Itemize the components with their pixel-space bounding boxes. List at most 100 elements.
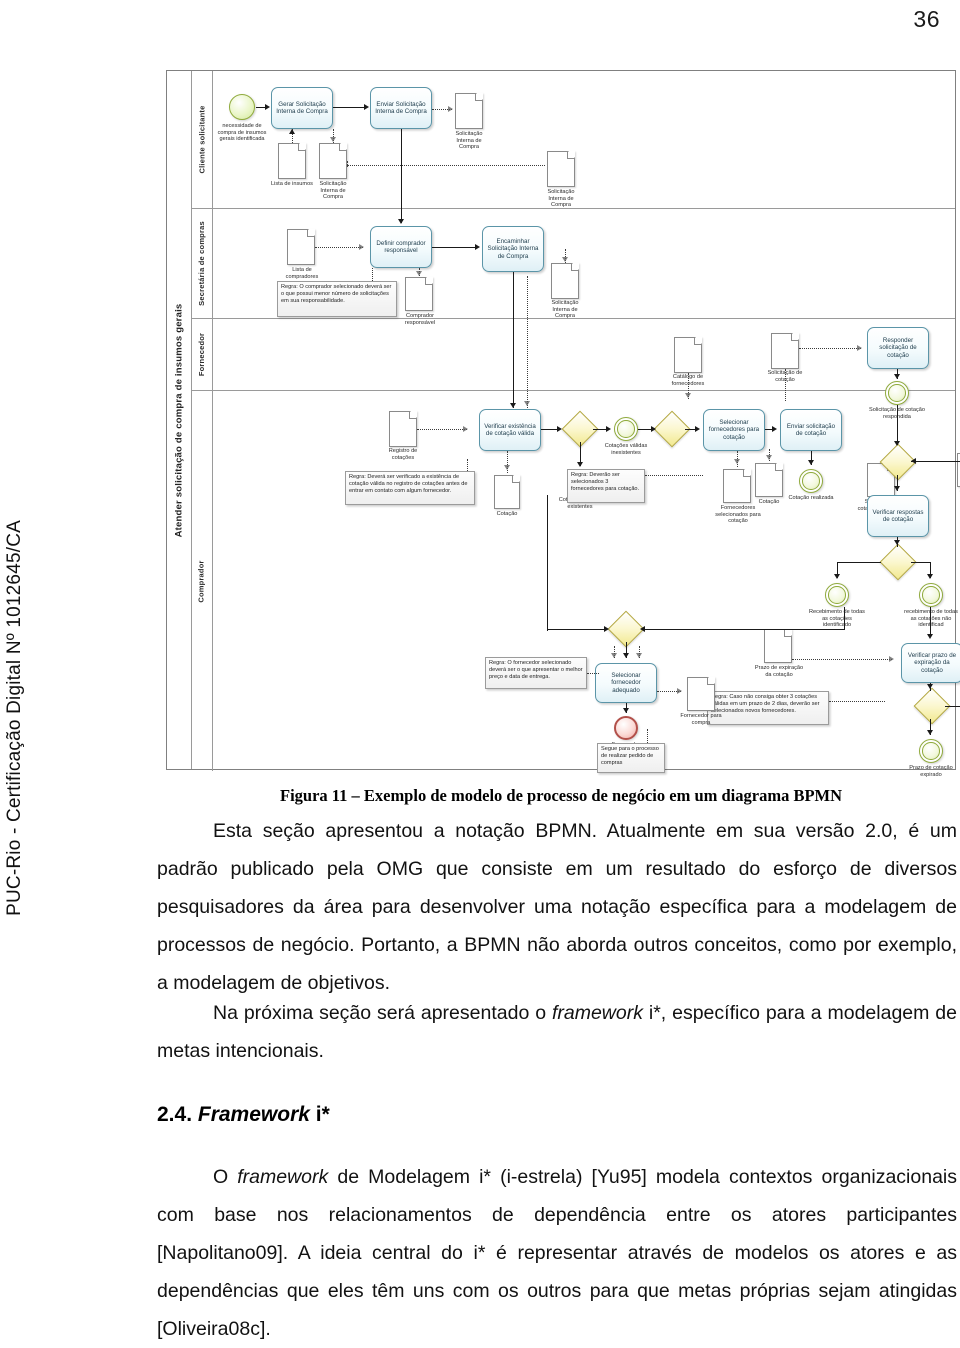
data-object-comprador-responsavel xyxy=(405,277,433,311)
data-object-fornecedores-selecionados xyxy=(723,469,751,503)
data-object-label: Solicitação Interna de Compra xyxy=(547,189,575,209)
flow-arrow xyxy=(927,574,933,579)
assoc-arrow xyxy=(330,137,336,142)
data-object-label: Fornecedor para compra xyxy=(680,713,722,726)
event-cotacoes-validas-inexistentes xyxy=(614,417,638,441)
data-object-label: Cotação xyxy=(947,489,960,496)
data-object-sic-2 xyxy=(455,93,483,129)
task-verificar-existencia-de-cotacao-valida: Verificar existência de cotação válida xyxy=(479,409,541,451)
annotation-regra-melhor-preco: Regra: O fornecedor selecionado deverá s… xyxy=(485,657,587,689)
flow-arrow xyxy=(927,634,933,639)
task-label: Definir comprador responsável xyxy=(376,239,426,254)
flow-to-verificar-prazo xyxy=(930,607,932,637)
association-regra-cotacao xyxy=(467,459,468,471)
data-object-label: Cotação xyxy=(496,511,518,517)
heading-post: i* xyxy=(309,1103,330,1126)
annotation-text: Regra: Deverá ser verificado a existênci… xyxy=(349,474,468,495)
flow-definir-to-encaminhar xyxy=(432,247,476,249)
association-prazo-doc xyxy=(792,659,892,660)
flow-gw-left-branch xyxy=(837,562,881,564)
task-selecionar-fornecedor-adequado: Selecionar fornecedor adequado xyxy=(595,663,657,703)
flow-gw-to-nao-expirado xyxy=(945,706,960,708)
flow-arrow xyxy=(510,403,516,408)
flow-arrow xyxy=(265,104,270,110)
lane-body-fornecedor xyxy=(213,319,955,391)
flow-into-final-gw-right xyxy=(645,629,845,631)
assoc-arrow xyxy=(734,459,740,464)
data-object-label: Fornecedores selecionados para cotação xyxy=(715,505,761,525)
association-lista-compradores xyxy=(315,247,363,248)
assoc-arrow xyxy=(636,653,642,658)
task-label: Gerar Solicitação Interna de Compra xyxy=(276,100,328,115)
flow-arrow xyxy=(927,730,933,735)
data-object-lista-de-compradores xyxy=(287,229,315,265)
event-start xyxy=(229,94,255,120)
association-sic3-riser xyxy=(347,161,348,167)
lane-label-comprador: Comprador xyxy=(191,391,213,771)
assoc-arrow xyxy=(416,271,422,276)
task-label: Selecionar fornecedor adequado xyxy=(611,672,641,694)
flow-arrow xyxy=(911,458,916,464)
data-object-registro-de-cotacoes xyxy=(389,411,417,447)
flow-arrow xyxy=(640,626,645,632)
flow-arrow xyxy=(604,626,609,632)
pool-title: Atender solicitação de compra de insumos… xyxy=(167,71,192,769)
event-recebimento-nao-identificado xyxy=(919,583,943,607)
page-number: 36 xyxy=(913,6,940,32)
data-object-cotacao-2 xyxy=(755,463,783,497)
task-label: Responder solicitação de cotação xyxy=(879,337,917,359)
event-label: Cotações válidas inexistentes xyxy=(604,443,648,456)
data-object-label: Lista de insumos xyxy=(271,181,313,187)
flow-arrow xyxy=(695,426,700,432)
association-regra-3-forn xyxy=(645,475,703,476)
task-label: Selecionar fornecedores para cotação xyxy=(708,419,760,441)
assoc-arrow xyxy=(289,129,295,134)
task-verificar-prazo-de-expiracao-da-cotacao: Verificar prazo de expiração da cotação xyxy=(901,643,960,683)
data-object-sic-1 xyxy=(319,143,347,179)
annotation-regra-cotacao-valida: Regra: Deverá ser verificado a existênci… xyxy=(345,471,475,505)
task-label: Encaminhar Solicitação Interna de Compra xyxy=(487,238,539,260)
flow-enviar-to-definir xyxy=(401,129,403,223)
flow-arrow xyxy=(606,426,611,432)
lane-label-cliente-solicitante: Cliente solicitante xyxy=(191,71,213,209)
flow-arrow xyxy=(623,708,629,713)
association-segue-processo xyxy=(647,729,648,743)
assoc-arrow xyxy=(448,106,453,112)
data-object-label: Comprador responsável xyxy=(404,313,436,326)
assoc-arrow xyxy=(359,244,364,250)
event-label: Recebimento de todas as cotações identif… xyxy=(809,609,865,629)
task-label: Verificar existência de cotação válida xyxy=(484,422,536,437)
lane-label-text: Cliente solicitante xyxy=(197,105,207,174)
flow-encaminhar-down xyxy=(513,272,515,408)
flow-arrow xyxy=(577,462,583,467)
data-object-prazo-expiracao xyxy=(764,629,792,663)
assoc-arrow xyxy=(463,426,468,432)
data-object-label: Cotação xyxy=(758,499,780,505)
association-sic3-horizontal xyxy=(347,165,545,166)
data-object-solicitacao-de-cotacao xyxy=(771,333,799,369)
data-object-cotacao-1 xyxy=(494,475,520,509)
bpmn-pool-frame: Atender solicitação de compra de insumos… xyxy=(166,70,960,778)
flow-event-resp-to-gw xyxy=(897,405,899,445)
task-encaminhar-solicitacao-interna-de-compra: Encaminhar Solicitação Interna de Compra xyxy=(482,226,544,272)
flow-arrow xyxy=(894,540,900,545)
flow-receb-down xyxy=(844,607,846,630)
para3-emphasis: framework xyxy=(237,1166,329,1188)
flow-arrow xyxy=(808,460,814,465)
event-cotacao-realizada xyxy=(799,469,823,493)
flow-arrow xyxy=(623,653,629,658)
lane-label-text: Comprador xyxy=(197,559,206,603)
data-object-catalogo-de-fornecedores xyxy=(674,337,702,373)
para2-emphasis: framework xyxy=(551,1002,643,1024)
heading-number: 2.4. xyxy=(157,1103,198,1126)
flow-arrow xyxy=(834,574,840,579)
annotation-regra-comprador: Regra: O comprador selecionado deverá se… xyxy=(277,281,397,317)
task-definir-comprador-responsavel: Definir comprador responsável xyxy=(370,226,432,268)
annotation-text: Regra: O comprador selecionado deverá se… xyxy=(281,284,392,305)
event-start-label: necessidade de compra de insumos gerais … xyxy=(217,123,267,143)
association-to-responder xyxy=(799,348,861,349)
flow-arrow xyxy=(772,426,777,432)
annotation-segue-processo: Segue para o processo de realizar pedido… xyxy=(597,743,665,773)
bpmn-figure: Atender solicitação de compra de insumos… xyxy=(166,70,960,778)
data-object-fornecedor-para-compra xyxy=(687,677,715,711)
